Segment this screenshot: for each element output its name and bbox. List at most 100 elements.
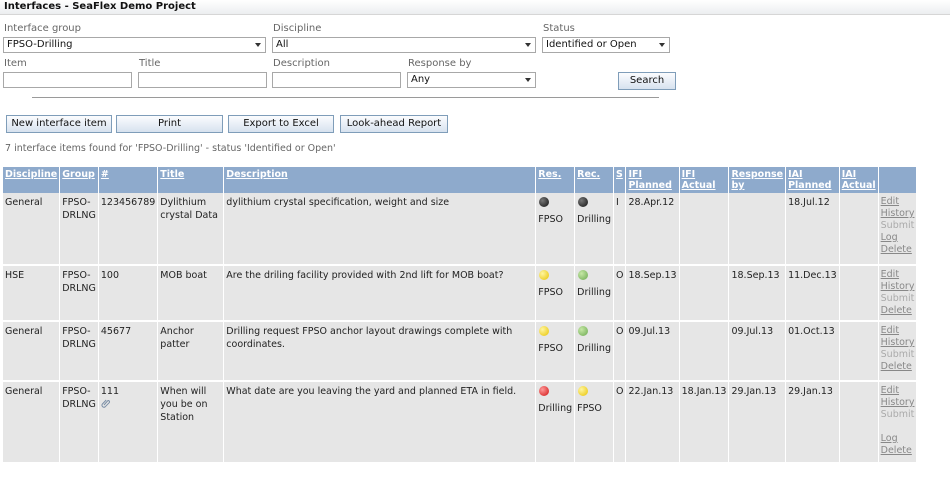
new-interface-item-button[interactable]: New interface item [6,115,112,133]
cell-actions: Edit History Submit Log Delete [878,381,918,464]
cell-iai-actual [839,265,879,322]
cell-title: Dylithium crystal Data [157,193,225,266]
log-link[interactable]: Log [881,433,915,445]
cell-discipline: HSE [3,265,61,322]
response-by-select[interactable]: Any [407,72,536,88]
submit-link: Submit [880,409,915,420]
response-by-label: Response by [408,58,472,69]
cell-rec-label: Drilling [577,214,611,225]
cell-title: When will you be on Station [157,381,225,464]
cell-res-label: FPSO [538,214,563,225]
cell-res: FPSO [535,193,576,266]
cell-res-label: FPSO [538,343,563,354]
cell-group: FPSO-DRLNG [59,193,99,266]
description-input[interactable] [272,72,401,88]
cell-iai-planned: 11.Dec.13 [785,265,840,322]
cell-res: FPSO [535,265,576,322]
description-label: Description [273,58,330,69]
title-label: Title [139,58,161,69]
search-button[interactable]: Search [618,72,676,90]
col-res[interactable]: Res. [535,167,576,193]
edit-link[interactable]: Edit [881,385,915,397]
submit-link: Submit [880,349,915,360]
cell-iai-planned: 01.Oct.13 [785,321,840,382]
cell-s: I [613,193,627,266]
cell-description: Are the driling facility provided with 2… [223,265,537,322]
paperclip-icon[interactable] [101,398,111,408]
cell-ifi-actual [679,193,730,266]
cell-num: 100 [98,265,159,322]
delete-link[interactable]: Delete [881,361,915,373]
cell-actions: Edit History Submit Delete [878,265,918,322]
title-input[interactable] [138,72,267,88]
cell-description: Drilling request FPSO anchor layout draw… [223,321,537,382]
edit-link[interactable]: Edit [881,269,915,281]
delete-link[interactable]: Delete [881,305,915,317]
delete-link[interactable]: Delete [881,244,915,256]
response-by-value: Any [411,74,431,85]
cell-num-value: 111 [100,386,120,397]
col-rec[interactable]: Rec. [574,167,614,193]
table-row: General FPSO-DRLNG 45677 Anchor patter D… [3,321,918,382]
cell-rec-label: Drilling [577,287,611,298]
col-description[interactable]: Description [223,167,537,193]
cell-iai-actual [839,381,879,464]
col-s[interactable]: S [613,167,627,193]
history-link[interactable]: History [881,397,915,409]
submit-link: Submit [880,220,915,231]
discipline-select[interactable]: All [272,37,536,53]
interface-group-value: FPSO-Drilling [7,39,73,50]
edit-link[interactable]: Edit [881,196,915,208]
status-dot-icon [539,197,550,207]
history-link[interactable]: History [881,337,915,349]
delete-link[interactable]: Delete [881,445,915,457]
cell-s: O [613,381,627,464]
export-to-excel-button[interactable]: Export to Excel [228,115,334,133]
cell-response-by [728,193,787,266]
status-dot-icon [578,197,589,207]
col-ifi-planned[interactable]: IFI Planned [625,167,680,193]
col-iai-planned[interactable]: IAI Planned [785,167,840,193]
log-link[interactable]: Log [881,232,915,244]
cell-description: What date are you leaving the yard and p… [223,381,537,464]
col-num[interactable]: # [98,167,159,193]
submit-link: Submit [880,293,915,304]
table-row: General FPSO-DRLNG 111 When will you be … [3,381,918,464]
cell-rec: Drilling [574,193,614,266]
interface-group-select[interactable]: FPSO-Drilling [3,37,266,53]
look-ahead-report-button[interactable]: Look-ahead Report [340,115,448,133]
chevron-down-icon [525,43,531,47]
col-discipline[interactable]: Discipline [3,167,61,193]
cell-response-by: 09.Jul.13 [728,321,787,382]
cell-rec: Drilling [574,321,614,382]
col-ifi-actual[interactable]: IFI Actual [679,167,730,193]
cell-rec-label: FPSO [577,403,602,414]
col-actions [878,167,918,193]
item-input[interactable] [3,72,132,88]
cell-ifi-actual: 18.Jan.13 [679,381,730,464]
status-label: Status [543,23,575,34]
cell-num: 45677 [98,321,159,382]
cell-ifi-actual [679,265,730,322]
col-title[interactable]: Title [157,167,225,193]
col-iai-actual[interactable]: IAI Actual [839,167,879,193]
discipline-value: All [276,39,289,50]
window-titlebar: Interfaces - SeaFlex Demo Project [0,0,950,15]
status-select[interactable]: Identified or Open [542,37,670,53]
col-response-by[interactable]: Response by [728,167,787,193]
col-group[interactable]: Group [59,167,99,193]
history-link[interactable]: History [881,281,915,293]
print-button[interactable]: Print [116,115,223,133]
cell-rec: FPSO [574,381,614,464]
cell-group: FPSO-DRLNG [59,265,99,322]
history-link[interactable]: History [881,208,915,220]
cell-ifi-planned: 09.Jul.13 [625,321,680,382]
edit-link[interactable]: Edit [881,325,915,337]
cell-s: O [613,321,627,382]
status-dot-icon [539,270,550,280]
cell-s: O [613,265,627,322]
cell-actions: Edit History Submit Delete [878,321,918,382]
status-value: Identified or Open [546,39,637,50]
discipline-label: Discipline [273,23,322,34]
cell-response-by: 29.Jan.13 [728,381,787,464]
